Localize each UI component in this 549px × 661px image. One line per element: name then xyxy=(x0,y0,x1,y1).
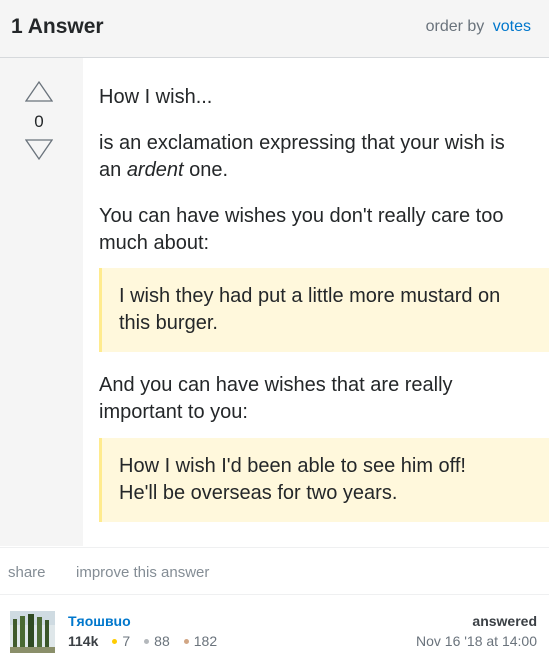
answer-paragraph-2: is an exclamation expressing that your w… xyxy=(99,130,531,184)
blockquote-1-text: I wish they had put a little more mustar… xyxy=(119,285,501,334)
answer-paragraph-1: How I wish... xyxy=(99,86,213,108)
bronze-badge-count: 182 xyxy=(193,633,218,649)
answer-paragraph-3: You can have wishes you don't really car… xyxy=(99,205,504,254)
gold-badge-icon xyxy=(112,638,118,644)
blockquote-2-line-2: He'll be overseas for two years. xyxy=(119,482,398,504)
order-by: order by votes xyxy=(426,18,531,36)
order-by-label: order by xyxy=(425,18,485,35)
answer-paragraph-2-text-b: one. xyxy=(183,159,229,181)
user-card: Tяoшвuo 114k 7 88 182 answered Nov 16 '18 a… xyxy=(0,596,549,661)
answer-count: 1 Answer xyxy=(11,15,104,38)
bronze-badge-icon xyxy=(183,638,189,644)
answered-label: answered xyxy=(472,613,537,629)
vote-down-icon[interactable] xyxy=(25,139,53,161)
share-link[interactable]: share xyxy=(8,564,46,581)
improve-answer-link[interactable]: improve this answer xyxy=(76,564,209,581)
emphasis-ardent: ardent xyxy=(126,159,184,181)
vote-up-icon[interactable] xyxy=(25,80,53,102)
reputation-score: 114k xyxy=(68,633,99,649)
user-reputation: 114k 7 88 182 xyxy=(68,633,225,649)
user-name-link[interactable]: Tяoшвuo xyxy=(68,613,131,629)
blockquote-2-line-1: How I wish I'd been able to see him off! xyxy=(119,455,466,477)
gold-badge-count: 7 xyxy=(122,633,131,649)
vote-count: 0 xyxy=(34,112,44,131)
blockquote-1: I wish they had put a little more mustar… xyxy=(99,268,549,352)
order-by-votes-link[interactable]: votes xyxy=(493,18,531,35)
silver-badge-icon xyxy=(144,638,150,644)
post-actions: share improve this answer xyxy=(0,547,549,595)
answered-date[interactable]: Nov 16 '18 at 14:00 xyxy=(416,633,537,649)
blockquote-2: How I wish I'd been able to see him off!… xyxy=(99,438,549,522)
answer-paragraph-4: And you can have wishes that are really … xyxy=(99,374,453,423)
silver-badge-count: 88 xyxy=(154,633,170,649)
avatar[interactable] xyxy=(10,611,55,653)
answers-header: 1 Answer order by votes xyxy=(0,0,549,58)
